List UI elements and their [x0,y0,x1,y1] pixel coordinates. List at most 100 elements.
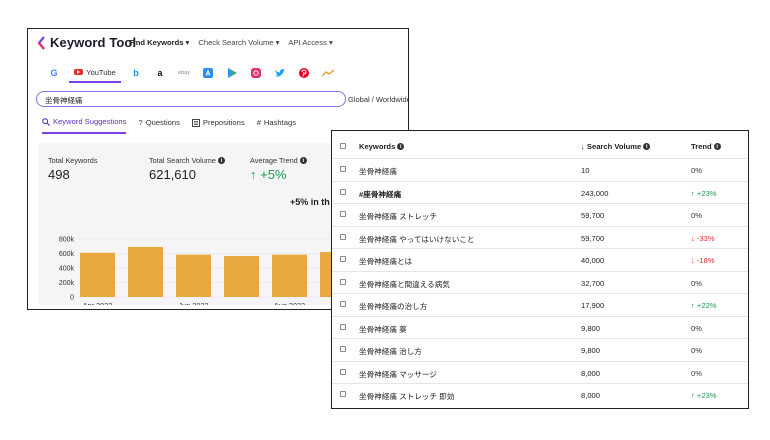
search-input[interactable]: 坐骨神経痛 [36,91,346,107]
chart-bar[interactable] [80,252,115,297]
hashtag-icon: # [256,118,261,127]
tab-youtube[interactable]: YouTube [69,63,121,83]
trend-cell: 0% [691,166,702,175]
instagram-glyph [251,68,261,78]
nav-check-search-volume[interactable]: Check Search Volume ▾ [198,38,279,47]
region-select[interactable]: Global / Worldwide [348,95,408,104]
row-checkbox[interactable] [340,233,346,240]
trend-cell: ↑ +23% [691,188,717,198]
search-volume-cell: 8,000 [581,368,601,378]
info-icon[interactable]: i [713,143,721,150]
header-keywords[interactable]: Keywords i [359,142,405,151]
youtube-icon [74,69,84,75]
table-row[interactable]: 坐骨神経痛と間違える病気 32,700 0% [332,270,748,295]
trends-icon[interactable] [316,65,340,81]
keyword-cell[interactable]: 坐骨神経痛 ストレッチ [359,211,437,222]
trend-cell: ↑ +23% [691,391,717,400]
row-checkbox[interactable] [340,278,346,285]
twitter-glyph [275,68,285,77]
keyword-cell[interactable]: 坐骨神経痛 やってはいけないこと [359,234,474,245]
table-row[interactable]: 坐骨神経痛 やってはいけないこと 59,700 ↓ -33% [332,225,748,250]
row-checkbox[interactable] [340,211,346,217]
table-row[interactable]: 坐骨神経痛 ストレッチ 59,700 0% [332,203,748,227]
keyword-cell[interactable]: 坐骨神経痛 薬 [359,324,407,335]
app-store-icon[interactable] [196,65,220,81]
table-row[interactable]: 坐骨神経痛 治し方 9,800 0% [332,338,748,362]
chart-bar[interactable] [224,256,259,297]
info-icon[interactable]: i [643,143,651,150]
table-row[interactable]: 坐骨神経痛 10 0% [332,158,748,182]
x-tick-label: Aug 2022 [274,301,305,305]
keyword-cell[interactable]: 坐骨神経痛 [359,166,397,177]
search-volume-cell: 9,800 [581,346,601,355]
keyword-cell[interactable]: 坐骨神経痛と間違える病気 [359,279,450,290]
row-checkbox[interactable] [340,323,346,330]
keyword-cell[interactable]: 坐骨神経痛 ストレッチ 即効 [359,391,454,402]
search-volume-cell: 8,000 [581,391,601,400]
trend-cell: ↓ -18% [691,256,715,265]
tab-hashtags[interactable]: # Hashtags [257,117,296,134]
nav-api-access[interactable]: API Access ▾ [288,38,332,47]
pinterest-icon[interactable] [292,65,316,81]
chart-bar[interactable] [128,246,163,297]
trend-cell: ↑ +22% [691,301,717,310]
amazon-icon[interactable]: a [148,65,172,81]
y-tick-label: 0 [70,295,74,302]
row-checkbox[interactable] [340,188,346,195]
row-checkbox[interactable] [340,166,346,172]
info-icon[interactable]: i [397,143,405,150]
search-volume-cell: 9,800 [581,323,601,333]
table-row[interactable]: 坐骨神経痛 ストレッチ 即効 8,000 ↑ +23% [332,383,748,407]
table-row[interactable]: 坐骨神経痛 薬 9,800 0% [332,315,748,340]
row-checkbox[interactable] [340,368,346,375]
pinterest-glyph [299,68,309,78]
header-search-volume[interactable]: ↓ Search Volume i [581,142,651,151]
table-row[interactable]: #座骨神経痛 243,000 ↑ +23% [332,180,748,205]
play-store-glyph [227,68,237,78]
trend-cell: 0% [691,346,702,355]
keyword-cell[interactable]: 坐骨神経痛 治し方 [359,346,422,357]
tab-prepositions[interactable]: Prepositions [191,117,245,134]
twitter-icon[interactable] [268,65,292,81]
tab-questions[interactable]: ? Questions [138,117,179,134]
search-volume-cell: 59,700 [581,233,605,243]
table-row[interactable]: 坐骨神経痛の治し方 17,900 ↑ +22% [332,293,748,317]
y-tick-label: 200k [59,280,75,287]
google-icon[interactable]: G [42,65,66,81]
result-tabs: Keyword Suggestions ? Questions Preposit… [42,117,296,134]
row-checkbox[interactable] [340,346,346,352]
row-checkbox[interactable] [340,256,346,262]
instagram-icon[interactable] [244,65,268,81]
x-tick-label: Apr 2022 [83,301,113,305]
top-navigation: Keyword Tool Find Keywords ▾ Check Searc… [28,29,408,59]
tab-prepositions-label: Prepositions [202,118,245,127]
bing-icon[interactable]: b [124,65,148,81]
keyword-cell[interactable]: 坐骨神経痛とは [359,256,412,267]
logo[interactable]: Keyword Tool [37,35,136,50]
tab-keyword-suggestions[interactable]: Keyword Suggestions [42,117,127,134]
nav-find-keywords[interactable]: Find Keywords ▾ [129,38,189,47]
keyword-table-window: Keywords i ↓ Search Volume i Trend i 坐骨神… [331,130,749,409]
header-keywords-label: Keywords [359,142,396,151]
trend-cell: 0% [691,211,702,220]
play-store-icon[interactable] [220,65,244,81]
chart-bar[interactable] [272,254,307,297]
table-header: Keywords i ↓ Search Volume i Trend i [332,140,748,157]
keyword-cell[interactable]: 坐骨神経痛の治し方 [359,301,427,312]
search-icon [42,117,50,126]
row-checkbox[interactable] [340,391,346,397]
keyword-cell[interactable]: 坐骨神経痛 マッサージ [359,369,437,380]
search-volume-cell: 32,700 [581,278,605,288]
table-row[interactable]: 坐骨神経痛 マッサージ 8,000 0% [332,360,748,385]
header-trend[interactable]: Trend i [691,142,721,151]
y-tick-label: 600k [59,251,75,258]
chart-bar[interactable] [176,254,211,297]
ebay-icon[interactable]: ebay [172,65,196,81]
table-row[interactable]: 坐骨神経痛とは 40,000 ↓ -18% [332,248,748,272]
select-all-checkbox[interactable] [340,143,346,149]
row-checkbox[interactable] [340,301,346,307]
trend-cell: 0% [691,278,702,288]
question-icon: ? [138,118,143,127]
app-store-glyph [203,68,213,78]
keyword-cell[interactable]: #座骨神経痛 [359,189,401,200]
